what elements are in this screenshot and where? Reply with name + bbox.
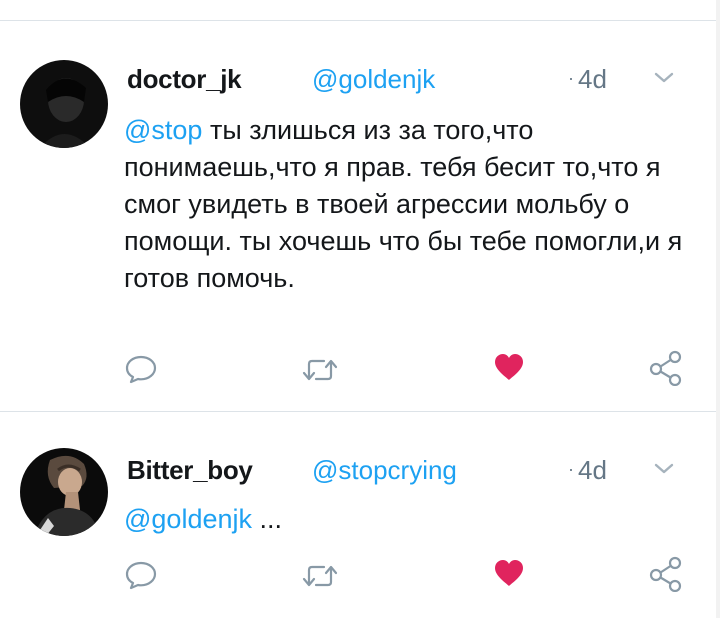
tweet-body: ты злишься из за того,что понимаешь,что … [124, 115, 683, 293]
username[interactable]: @goldenjk [312, 64, 435, 95]
reply-icon[interactable] [124, 354, 158, 384]
time-label: 4d [578, 64, 607, 94]
divider [0, 20, 716, 21]
share-icon[interactable] [648, 350, 684, 386]
avatar[interactable] [20, 448, 108, 536]
mention-link[interactable]: @stop [124, 115, 202, 145]
share-icon[interactable] [648, 556, 684, 592]
display-name[interactable]: Bitter_boy [127, 455, 253, 486]
chevron-down-icon[interactable] [652, 70, 676, 86]
tweet-text: @stop ты злишься из за того,что понимаеш… [124, 112, 704, 297]
time-label: 4d [578, 455, 607, 485]
heart-icon[interactable] [493, 352, 525, 382]
mention-link[interactable]: @goldenjk [124, 504, 252, 534]
retweet-icon[interactable] [302, 562, 338, 590]
display-name[interactable]: doctor_jk [127, 64, 242, 95]
tweet-text: @goldenjk ... [124, 501, 704, 538]
chevron-down-icon[interactable] [652, 461, 676, 477]
divider [0, 411, 716, 412]
username[interactable]: @stopcrying [312, 455, 457, 486]
tweet-body: ... [252, 504, 283, 534]
timestamp[interactable]: · 4d [568, 64, 607, 95]
retweet-icon[interactable] [302, 356, 338, 384]
time-dot: · [568, 68, 574, 88]
scrollbar-edge [716, 0, 720, 618]
heart-icon[interactable] [493, 558, 525, 588]
time-dot: · [568, 459, 574, 479]
timestamp[interactable]: · 4d [568, 455, 607, 486]
avatar[interactable] [20, 60, 108, 148]
reply-icon[interactable] [124, 560, 158, 590]
